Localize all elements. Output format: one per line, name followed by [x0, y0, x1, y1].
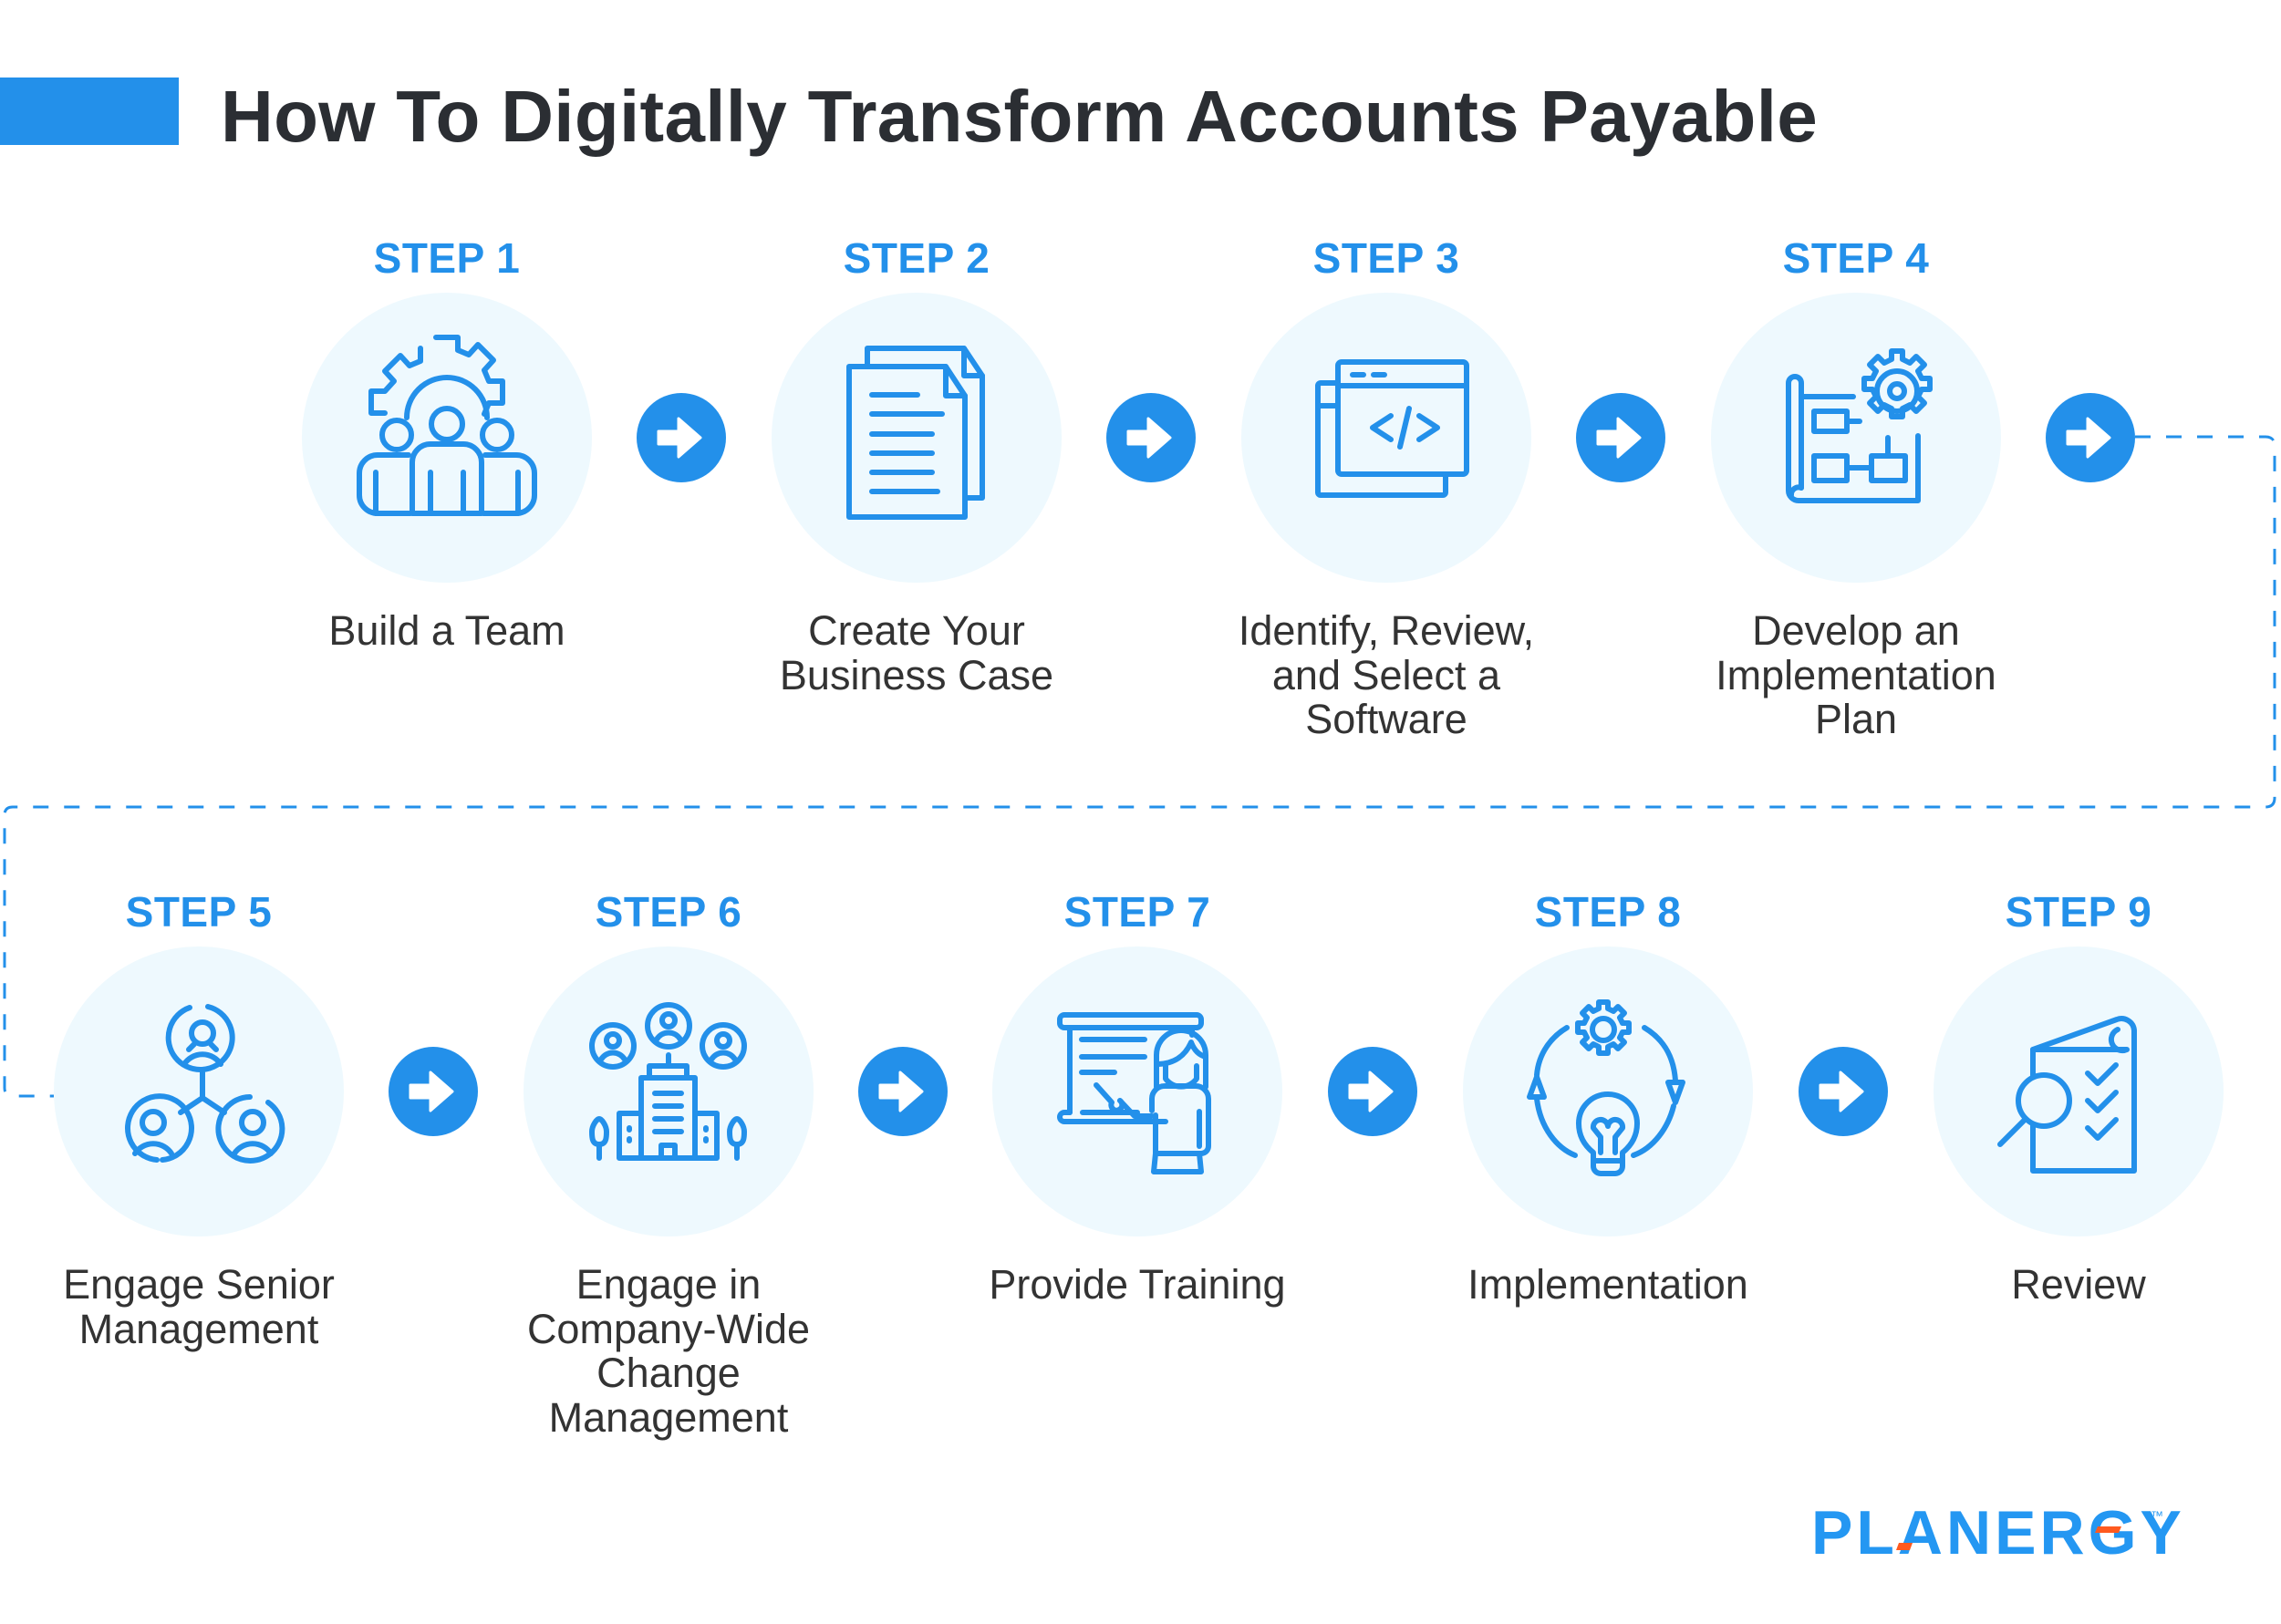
- step-description: Identify, Review, and Select a Software: [1195, 607, 1578, 742]
- arrow-right-icon: [1596, 417, 1642, 459]
- step-label: STEP 2: [843, 234, 990, 282]
- step-description-line: Implementation: [1467, 1261, 1748, 1308]
- step-label: STEP 7: [1063, 888, 1211, 936]
- next-arrow: [1799, 1047, 1888, 1136]
- step-description-line: Create Your: [808, 607, 1025, 654]
- page-title: How To Digitally Transform Accounts Paya…: [221, 76, 1819, 157]
- code-window-icon: [1315, 359, 1469, 498]
- step-description-line: Management: [548, 1393, 789, 1441]
- company-people-icon: [589, 1002, 747, 1161]
- step-description-line: Develop an: [1752, 607, 1960, 654]
- next-arrow: [1328, 1047, 1417, 1136]
- step-icon-circle: [1711, 293, 2001, 583]
- step-label: STEP 1: [373, 234, 521, 282]
- next-arrow: [389, 1047, 478, 1136]
- blueprint-gear-icon: [1786, 348, 1933, 503]
- presentation-training-icon: [1057, 1012, 1211, 1174]
- step-label: STEP 4: [1782, 234, 1930, 282]
- step-description-line: Company-Wide: [526, 1305, 811, 1352]
- document-review-icon: [1997, 1016, 2137, 1174]
- next-arrow: [858, 1047, 948, 1136]
- logo-accent-marks: [1896, 1526, 2121, 1550]
- step-description: Implementation: [1416, 1261, 1799, 1308]
- step-icon-circle: [302, 293, 592, 583]
- step-description: Develop an Implementation Plan: [1664, 607, 2048, 742]
- step-label: STEP 8: [1534, 888, 1682, 936]
- step-description-line: Change: [596, 1350, 741, 1396]
- step-description-line: Implementation: [1716, 651, 1996, 698]
- documents-icon: [846, 346, 985, 520]
- step-label: STEP 5: [125, 888, 273, 936]
- people-network-icon: [125, 1004, 285, 1164]
- step-icon-circle: [1241, 293, 1531, 583]
- step-label: STEP 6: [595, 888, 742, 936]
- arrow-right-icon: [409, 1071, 454, 1112]
- step-description-line: and Select a: [1271, 651, 1501, 698]
- arrow-right-icon: [878, 1071, 924, 1112]
- step-description-line: Build a Team: [328, 607, 565, 654]
- next-arrow: [1106, 393, 1196, 482]
- step-icon-circle: [992, 946, 1282, 1236]
- step-label: STEP 9: [2005, 888, 2152, 936]
- step-description: Engage Senior Management: [7, 1261, 390, 1352]
- step-description-line: Engage Senior: [63, 1261, 335, 1308]
- step-icon-circle: [772, 293, 1062, 583]
- trademark-symbol: ™: [2151, 1508, 2163, 1523]
- arrow-right-icon: [657, 417, 702, 459]
- planergy-logo: PLANERGY ™: [1811, 1502, 2185, 1564]
- next-arrow: [2046, 393, 2135, 482]
- step-description-line: Identify, Review,: [1238, 607, 1535, 654]
- step-description: Create Your Business Case: [725, 607, 1108, 698]
- step-description: Build a Team: [255, 607, 638, 654]
- step-description-line: Management: [78, 1305, 319, 1352]
- step-description-line: Review: [2011, 1261, 2146, 1308]
- next-arrow: [1576, 393, 1665, 482]
- step-icon-circle: [1463, 946, 1753, 1236]
- step-description-line: Business Case: [779, 651, 1054, 698]
- step-label: STEP 3: [1312, 234, 1460, 282]
- step-icon-circle: [524, 946, 814, 1236]
- arrow-right-icon: [1819, 1071, 1864, 1112]
- arrow-right-icon: [1126, 417, 1172, 459]
- step-description-line: Plan: [1814, 696, 1898, 742]
- title-accent-bar: [0, 78, 179, 145]
- step-description: Review: [1887, 1261, 2270, 1308]
- step-description-line: Provide Training: [989, 1261, 1286, 1308]
- team-gear-icon: [357, 335, 537, 516]
- step-description-line: Software: [1305, 696, 1467, 742]
- step-description-line: Engage in: [575, 1261, 762, 1308]
- step-icon-circle: [54, 946, 344, 1236]
- step-description: Provide Training: [946, 1261, 1329, 1308]
- arrow-right-icon: [1348, 1071, 1394, 1112]
- gear-bulb-cycle-icon: [1527, 999, 1685, 1176]
- step-description: Engage in Company-Wide Change Management: [477, 1261, 860, 1441]
- arrow-right-icon: [2066, 417, 2111, 459]
- step-icon-circle: [1934, 946, 2224, 1236]
- next-arrow: [637, 393, 726, 482]
